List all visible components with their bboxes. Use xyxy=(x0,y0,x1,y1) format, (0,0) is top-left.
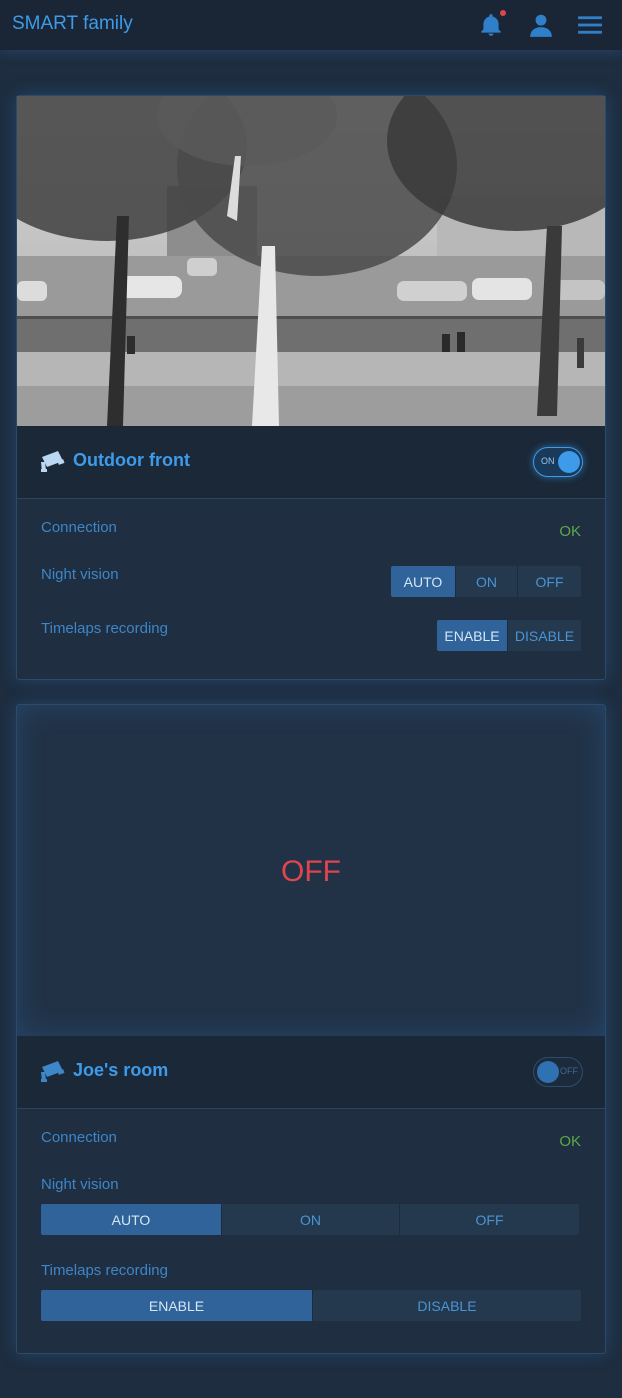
security-camera-icon xyxy=(39,448,67,476)
camera-title-row: Joe's room OFF xyxy=(17,1036,605,1108)
night-vision-label: Night vision xyxy=(41,1176,119,1193)
camera-card-joes-room: OFF Joe's room OFF Connection OK Night v… xyxy=(16,704,606,1354)
toggle-state-label: ON xyxy=(541,456,555,466)
timelapse-disable[interactable]: DISABLE xyxy=(507,620,581,651)
night-vision-on[interactable]: ON xyxy=(455,566,517,597)
notification-dot xyxy=(500,10,506,16)
connection-status: OK xyxy=(559,523,581,540)
toggle-knob xyxy=(537,1061,559,1083)
top-bar: SMART family xyxy=(0,0,622,50)
timelapse-label: Timelaps recording xyxy=(41,1262,168,1279)
night-vision-off[interactable]: OFF xyxy=(517,566,581,597)
camera-name: Outdoor front xyxy=(73,450,190,470)
camera-title-row: Outdoor front ON xyxy=(17,426,605,498)
app-root: SMART family Outdoor front ON Connection… xyxy=(0,0,622,1398)
security-camera-icon xyxy=(39,1058,67,1086)
camera-power-toggle[interactable]: ON xyxy=(533,447,583,477)
night-vision-selector: AUTO ON OFF xyxy=(391,566,581,597)
timelapse-selector: ENABLE DISABLE xyxy=(437,620,581,651)
divider xyxy=(17,498,605,499)
camera-card-outdoor-front: Outdoor front ON Connection OK Night vis… xyxy=(16,95,606,680)
night-vision-auto[interactable]: AUTO xyxy=(391,566,455,597)
camera-name: Joe's room xyxy=(73,1060,169,1080)
camera-feed-image[interactable] xyxy=(17,96,605,426)
night-vision-on[interactable]: ON xyxy=(221,1204,399,1235)
night-vision-selector: AUTO ON OFF xyxy=(41,1204,579,1235)
camera-power-toggle[interactable]: OFF xyxy=(533,1057,583,1087)
timelapse-enable[interactable]: ENABLE xyxy=(437,620,507,651)
toggle-state-label: OFF xyxy=(560,1066,578,1076)
connection-status: OK xyxy=(559,1133,581,1150)
night-vision-auto[interactable]: AUTO xyxy=(41,1204,221,1235)
night-vision-label: Night vision xyxy=(41,566,119,583)
app-title[interactable]: SMART family xyxy=(12,13,133,35)
hamburger-menu-icon[interactable] xyxy=(577,12,603,38)
toggle-knob xyxy=(558,451,580,473)
camera-feed-off: OFF xyxy=(17,705,605,1036)
divider xyxy=(17,1108,605,1109)
bell-icon[interactable] xyxy=(478,12,504,38)
timelapse-enable[interactable]: ENABLE xyxy=(41,1290,312,1321)
connection-label: Connection xyxy=(41,1129,117,1146)
night-vision-off[interactable]: OFF xyxy=(399,1204,579,1235)
timelapse-disable[interactable]: DISABLE xyxy=(312,1290,581,1321)
timelapse-selector: ENABLE DISABLE xyxy=(41,1290,581,1321)
timelapse-label: Timelaps recording xyxy=(41,620,168,637)
connection-label: Connection xyxy=(41,519,117,536)
feed-off-label: OFF xyxy=(281,855,341,888)
user-icon[interactable] xyxy=(528,12,554,38)
